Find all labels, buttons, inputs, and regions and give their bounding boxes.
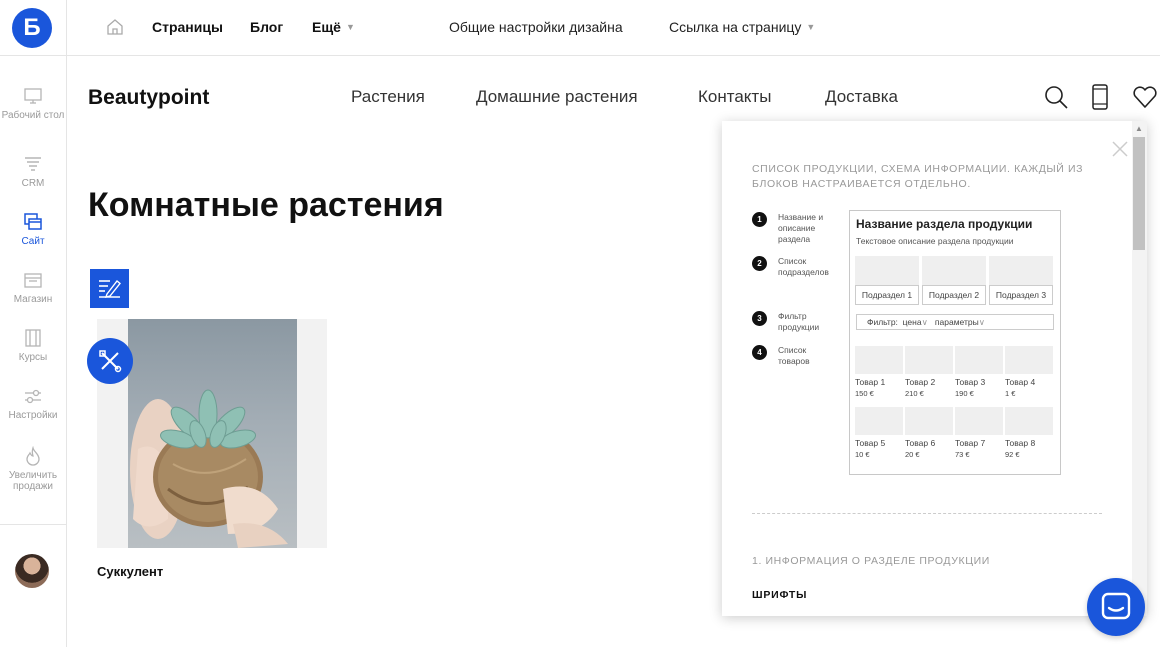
- product-label: Товар 41 €: [1005, 377, 1036, 398]
- design-settings-link[interactable]: Общие настройки дизайна: [449, 19, 623, 35]
- chevron-down-icon: ∨: [978, 317, 985, 327]
- section-heading: 1. Информация о разделе продукции: [752, 555, 990, 567]
- filter-params: параметры: [934, 317, 979, 327]
- product-label: Товар 7 73 €: [955, 438, 986, 459]
- caret-down-icon: ▼: [345, 22, 355, 32]
- avatar[interactable]: [15, 554, 49, 588]
- sidebar-item-label: Увеличить продажи: [8, 470, 58, 492]
- product-label: Товар 6 20 €: [905, 438, 936, 459]
- sidebar-item-site[interactable]: Сайт: [0, 212, 66, 247]
- sidebar-item-settings[interactable]: Настройки: [0, 386, 66, 421]
- sidebar-item-label: Настройки: [8, 410, 58, 421]
- monitor-icon: [24, 88, 42, 104]
- page-link-menu[interactable]: Ссылка на страницу ▼: [669, 19, 815, 35]
- scroll-up-arrow-icon[interactable]: ▲: [1133, 124, 1145, 134]
- product-thumb: [905, 346, 953, 374]
- sidebar-item-label: CRM: [21, 178, 45, 189]
- search-icon[interactable]: [1043, 84, 1069, 110]
- filter-label: Фильтр:: [867, 317, 898, 327]
- more-menu-label: Ещё: [312, 19, 341, 35]
- edit-list-icon: [99, 279, 121, 298]
- home-icon[interactable]: [105, 17, 125, 37]
- sidebar-item-courses[interactable]: Курсы: [0, 328, 66, 363]
- subsection-image: [989, 256, 1053, 286]
- product-thumb: [955, 346, 1003, 374]
- product-label: Товар 8 92 €: [1005, 438, 1036, 459]
- site-brand[interactable]: Beautypoint: [88, 86, 209, 110]
- subsection-label: Подраздел 2: [922, 285, 986, 305]
- sliders-icon: [25, 389, 41, 404]
- subsection-image: [855, 256, 919, 286]
- scheme-subtitle: Текстовое описание раздела продукции: [856, 236, 1014, 246]
- product-label: Товар 2 210 €: [905, 377, 936, 398]
- sidebar-item-desktop[interactable]: Рабочий стол: [0, 86, 66, 121]
- product-image[interactable]: [128, 319, 297, 548]
- app-logo[interactable]: Б: [12, 8, 52, 48]
- store-icon: [24, 273, 42, 288]
- caret-down-icon: ▼: [806, 22, 816, 32]
- scrollbar-thumb[interactable]: [1133, 137, 1145, 250]
- sidebar-item-label: Сайт: [21, 236, 45, 247]
- tools-icon: [99, 350, 122, 373]
- nav-delivery[interactable]: Доставка: [825, 87, 898, 107]
- sidebar-item-label: Курсы: [18, 352, 48, 363]
- page-link-label: Ссылка на страницу: [669, 19, 802, 35]
- product-thumb: [905, 407, 953, 435]
- blog-link[interactable]: Блог: [250, 19, 283, 35]
- top-bar: Страницы Блог Ещё ▼ Общие настройки дизай…: [67, 0, 1160, 56]
- heart-icon[interactable]: [1132, 84, 1158, 110]
- nav-contacts[interactable]: Контакты: [698, 87, 771, 107]
- sidebar-item-label: Рабочий стол: [1, 110, 65, 121]
- layout-scheme: Название раздела продукции Текстовое опи…: [849, 210, 1061, 475]
- panel-description: Список продукции, схема информации. Кажд…: [752, 163, 1084, 190]
- book-icon: [25, 329, 41, 347]
- left-sidebar: Б Рабочий стол CRM Сайт Магазин Курсы На…: [0, 0, 67, 647]
- subsection-image: [922, 256, 986, 286]
- sidebar-item-label: Магазин: [13, 294, 53, 305]
- sidebar-item-boost-sales[interactable]: Увеличить продажи: [0, 446, 66, 492]
- product-label: Товар 3 190 €: [955, 377, 986, 398]
- subsection-label: Подраздел 3: [989, 285, 1053, 305]
- product-thumb: [1005, 407, 1053, 435]
- succulent-photo: [130, 389, 288, 548]
- subsection-label: Подраздел 1: [855, 285, 919, 305]
- pages-link[interactable]: Страницы: [152, 19, 223, 35]
- filter-row: Фильтр: цена∨ параметры∨: [856, 314, 1054, 330]
- sidebar-item-store[interactable]: Магазин: [0, 270, 66, 305]
- filter-price: цена: [902, 317, 922, 327]
- product-thumb: [855, 346, 903, 374]
- product-thumb: [1005, 346, 1053, 374]
- product-thumb: [855, 407, 903, 435]
- more-menu[interactable]: Ещё ▼: [312, 19, 355, 35]
- settings-panel: Список продукции, схема информации. Кажд…: [722, 121, 1147, 616]
- funnel-icon: [25, 157, 41, 171]
- product-thumb: [955, 407, 1003, 435]
- product-title[interactable]: Суккулент: [97, 564, 163, 579]
- nav-plants[interactable]: Растения: [351, 87, 425, 107]
- sidebar-divider: [0, 55, 67, 56]
- product-label: Товар 5 10 €: [855, 438, 886, 459]
- close-icon[interactable]: [1110, 139, 1130, 159]
- windows-icon: [24, 213, 42, 230]
- nav-house-plants[interactable]: Домашние растения: [476, 87, 638, 107]
- chat-button[interactable]: [1087, 578, 1145, 636]
- panel-divider: [752, 513, 1102, 514]
- tools-button[interactable]: [87, 338, 133, 384]
- scheme-title: Название раздела продукции: [856, 217, 1033, 231]
- page-title: Комнатные растения: [88, 186, 444, 224]
- product-label: Товар 1 150 €: [855, 377, 886, 398]
- sidebar-item-crm[interactable]: CRM: [0, 154, 66, 189]
- sidebar-divider: [0, 524, 67, 525]
- phone-icon[interactable]: [1087, 84, 1113, 110]
- fonts-heading[interactable]: ШРИФТЫ: [752, 589, 807, 601]
- flame-icon: [26, 446, 40, 466]
- chat-icon: [1101, 592, 1131, 620]
- chevron-down-icon: ∨: [921, 317, 928, 327]
- edit-block-button[interactable]: [90, 269, 129, 308]
